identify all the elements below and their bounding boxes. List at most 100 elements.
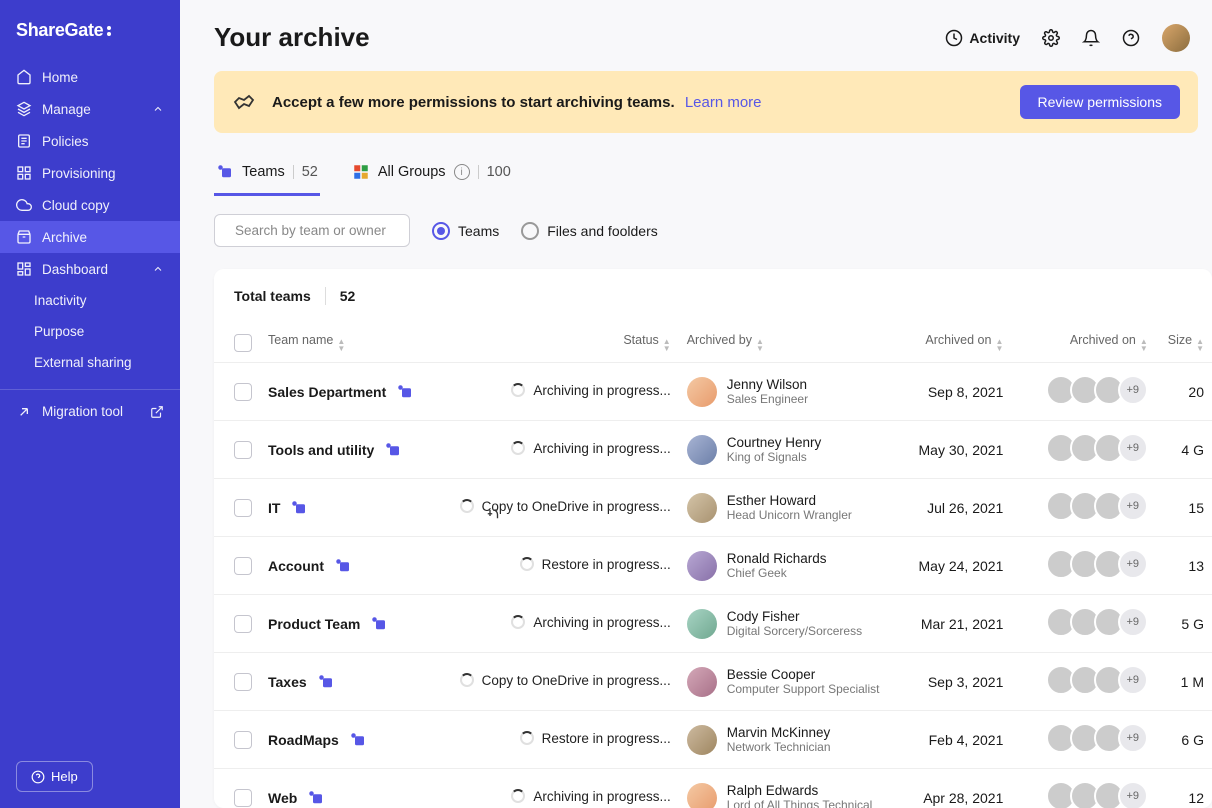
- table-row[interactable]: ITCopy to OneDrive in progress...Esther …: [214, 479, 1212, 537]
- table-row[interactable]: RoadMapsRestore in progress...Marvin McK…: [214, 711, 1212, 769]
- row-checkbox[interactable]: [234, 441, 252, 459]
- sidebar-item-cloud-copy[interactable]: Cloud copy: [0, 189, 180, 221]
- table-row[interactable]: TaxesCopy to OneDrive in progress...Bess…: [214, 653, 1212, 711]
- more-count[interactable]: +9: [1118, 723, 1148, 753]
- sidebar-item-purpose[interactable]: Purpose: [0, 316, 180, 347]
- row-checkbox[interactable]: [234, 383, 252, 401]
- banner-learn-more[interactable]: Learn more: [685, 94, 762, 111]
- more-count[interactable]: +9: [1118, 665, 1148, 695]
- size: 4 G: [1156, 421, 1212, 479]
- row-checkbox[interactable]: [234, 731, 252, 749]
- total-teams-value: 52: [340, 288, 356, 304]
- avatar-group: +9: [1046, 491, 1148, 521]
- activity-link[interactable]: Activity: [945, 29, 1020, 47]
- row-checkbox[interactable]: [234, 673, 252, 691]
- groups-icon: [352, 163, 370, 181]
- tab-count: 100: [487, 164, 511, 180]
- sidebar-item-archive[interactable]: Archive: [0, 221, 180, 253]
- tab-divider: [293, 165, 294, 179]
- status: Archiving in progress...: [511, 615, 670, 630]
- archived-on: May 24, 2021: [901, 537, 1012, 595]
- radio-teams[interactable]: Teams: [432, 222, 499, 240]
- select-all-checkbox[interactable]: [234, 334, 252, 352]
- spinner-icon: [520, 731, 534, 745]
- archived-on: May 30, 2021: [901, 421, 1012, 479]
- column-status[interactable]: Status▲▼: [452, 323, 679, 363]
- team-name: Web: [268, 789, 325, 807]
- table-row[interactable]: Sales DepartmentArchiving in progress...…: [214, 363, 1212, 421]
- more-count[interactable]: +9: [1118, 549, 1148, 579]
- sort-icon: ▲▼: [337, 338, 345, 352]
- activity-label: Activity: [969, 30, 1020, 46]
- size: 5 G: [1156, 595, 1212, 653]
- view-radio-group: Teams Files and foolders: [432, 222, 658, 240]
- team-name: RoadMaps: [268, 731, 367, 749]
- column-select: [214, 323, 260, 363]
- logo-dots-icon: [107, 26, 111, 36]
- archived-on: Feb 4, 2021: [901, 711, 1012, 769]
- sidebar-item-manage[interactable]: Manage: [0, 93, 180, 125]
- column-archived-by[interactable]: Archived by▲▼: [679, 323, 901, 363]
- spinner-icon: [460, 673, 474, 687]
- status: Copy to OneDrive in progress...: [460, 499, 671, 514]
- sidebar-item-inactivity[interactable]: Inactivity: [0, 285, 180, 316]
- archived-by: Ralph EdwardsLord of All Things Technica…: [687, 783, 893, 808]
- sidebar: ShareGate HomeManagePoliciesProvisioning…: [0, 0, 180, 808]
- row-checkbox[interactable]: [234, 499, 252, 517]
- divider: [325, 287, 326, 305]
- row-checkbox[interactable]: [234, 789, 252, 807]
- archived-by: Esther HowardHead Unicorn Wrangler: [687, 493, 893, 523]
- table-row[interactable]: WebArchiving in progress...Ralph Edwards…: [214, 769, 1212, 808]
- migration-tool-link[interactable]: Migration tool: [0, 396, 180, 428]
- table-row[interactable]: Tools and utilityArchiving in progress..…: [214, 421, 1212, 479]
- table-wrap[interactable]: Team name▲▼Status▲▼Archived by▲▼Archived…: [214, 323, 1212, 808]
- sidebar-item-policies[interactable]: Policies: [0, 125, 180, 157]
- spinner-icon: [511, 789, 525, 803]
- table-row[interactable]: Product TeamArchiving in progress...Cody…: [214, 595, 1212, 653]
- column-size[interactable]: Size▲▼: [1156, 323, 1212, 363]
- sidebar-item-sensitivity[interactable]: Sensitivity: [0, 378, 180, 383]
- size: 20: [1156, 363, 1212, 421]
- column-team-name[interactable]: Team name▲▼: [260, 323, 452, 363]
- review-permissions-button[interactable]: Review permissions: [1020, 85, 1180, 119]
- user-avatar[interactable]: [1162, 24, 1190, 52]
- archived-by: Jenny WilsonSales Engineer: [687, 377, 893, 407]
- help-button[interactable]: Help: [16, 761, 93, 792]
- sidebar-item-provisioning[interactable]: Provisioning: [0, 157, 180, 189]
- more-count[interactable]: +9: [1118, 375, 1148, 405]
- teams-icon: [216, 163, 234, 181]
- tab-label: All Groups: [378, 164, 446, 180]
- bell-icon[interactable]: [1082, 29, 1100, 47]
- column-archived-on[interactable]: Archived on▲▼: [901, 323, 1012, 363]
- more-count[interactable]: +9: [1118, 607, 1148, 637]
- sidebar-item-home[interactable]: Home: [0, 61, 180, 93]
- table-row[interactable]: AccountRestore in progress...Ronald Rich…: [214, 537, 1212, 595]
- page-title: Your archive: [214, 22, 945, 53]
- avatar: [687, 435, 717, 465]
- archived-by: Marvin McKinneyNetwork Technician: [687, 725, 893, 755]
- sidebar-item-external-sharing[interactable]: External sharing: [0, 347, 180, 378]
- avatar: [687, 551, 717, 581]
- search-input[interactable]: [235, 223, 412, 238]
- spinner-icon: [511, 441, 525, 455]
- help-top-icon[interactable]: [1122, 29, 1140, 47]
- more-count[interactable]: +9: [1118, 433, 1148, 463]
- gear-icon[interactable]: [1042, 29, 1060, 47]
- nav-label: External sharing: [34, 355, 164, 370]
- radio-files-and-foolders[interactable]: Files and foolders: [521, 222, 658, 240]
- sidebar-item-dashboard[interactable]: Dashboard: [0, 253, 180, 285]
- more-count[interactable]: +9: [1118, 781, 1148, 808]
- home-icon: [16, 69, 32, 85]
- spinner-icon: [511, 383, 525, 397]
- column-label: Archived by: [687, 333, 752, 347]
- row-checkbox[interactable]: [234, 615, 252, 633]
- row-checkbox[interactable]: [234, 557, 252, 575]
- chevron-up-icon: [152, 103, 164, 115]
- search-box[interactable]: [214, 214, 410, 247]
- nav: HomeManagePoliciesProvisioningCloud copy…: [0, 61, 180, 383]
- column-archived-on[interactable]: Archived on▲▼: [1011, 323, 1155, 363]
- app-logo: ShareGate: [0, 20, 180, 61]
- tab-teams[interactable]: Teams52: [214, 155, 320, 196]
- more-count[interactable]: +9: [1118, 491, 1148, 521]
- tab-all-groups[interactable]: All Groupsi100: [350, 155, 513, 196]
